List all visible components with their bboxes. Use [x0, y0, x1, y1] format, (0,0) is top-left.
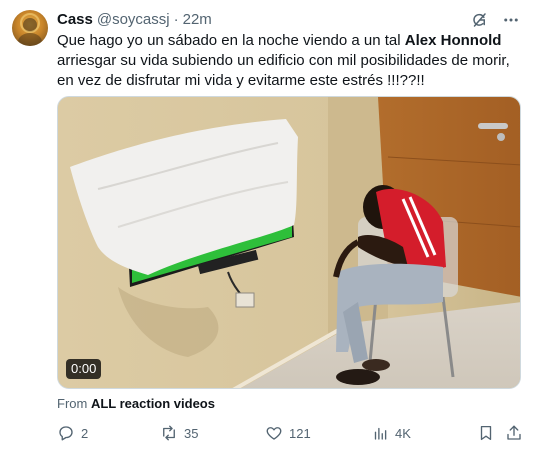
grok-icon[interactable]: [470, 11, 488, 29]
share-icon: [505, 424, 523, 442]
repost-count: 35: [184, 425, 199, 441]
tweet-text-part: arriesgar su vida subiendo un edificio c…: [57, 52, 510, 89]
like-icon: [265, 424, 283, 442]
video-duration: 0:00: [66, 359, 102, 379]
author-name[interactable]: Cass: [57, 10, 93, 30]
tweet-text-part: Que hago yo un sábado en la noche viendo…: [57, 32, 405, 49]
avatar[interactable]: [12, 10, 48, 46]
reply-icon: [57, 424, 75, 442]
author-handle[interactable]: @soycassj: [97, 10, 170, 30]
bookmark-icon: [477, 424, 495, 442]
more-icon[interactable]: [502, 11, 520, 29]
share-button[interactable]: [505, 423, 523, 443]
views-count: 4K: [395, 425, 411, 441]
tweet-text-bold: Alex Honnold: [404, 32, 502, 49]
video-player[interactable]: [57, 96, 521, 389]
repost-button[interactable]: 35: [160, 423, 198, 443]
source-link[interactable]: ALL reaction videos: [91, 396, 215, 411]
tweet-header: Cass @soycassj · 22m: [57, 10, 520, 30]
reply-button[interactable]: 2: [57, 423, 88, 443]
repost-icon: [160, 424, 178, 442]
video-source: From ALL reaction videos: [57, 396, 215, 412]
action-bar: 2 35 121 4K: [57, 423, 523, 443]
views-button[interactable]: 4K: [371, 423, 411, 443]
bookmark-button[interactable]: [477, 423, 495, 443]
tweet[interactable]: Cass @soycassj · 22m Que hago yo un sába…: [0, 0, 536, 449]
header-actions: [470, 10, 520, 30]
separator-dot: ·: [173, 11, 179, 28]
tweet-text: Que hago yo un sábado en la noche viendo…: [57, 31, 525, 91]
like-count: 121: [289, 425, 311, 441]
reply-count: 2: [81, 425, 89, 441]
timestamp[interactable]: 22m: [183, 10, 212, 30]
views-icon: [371, 424, 389, 442]
source-prefix: From: [57, 396, 88, 411]
like-button[interactable]: 121: [265, 423, 311, 443]
